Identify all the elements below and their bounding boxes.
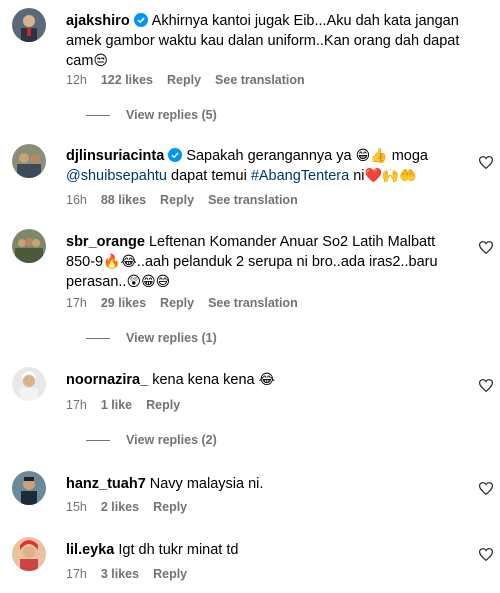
comment-meta: 16h 88 likes Reply See translation — [66, 193, 312, 207]
comment-meta: 17h 3 likes Reply — [66, 567, 201, 581]
hashtag-link[interactable]: #AbangTentera — [251, 168, 349, 184]
reply-button[interactable]: Reply — [167, 73, 201, 87]
username[interactable]: lil.eyka — [66, 542, 114, 558]
comment-text: noornazira_ kena kena kena 😂 — [66, 370, 461, 390]
heart-icon[interactable] — [479, 241, 493, 254]
likes-count[interactable]: 122 likes — [101, 73, 153, 87]
emoji: 😒 — [93, 53, 109, 69]
mention-link[interactable]: @shuibsepahtu — [66, 168, 167, 184]
verified-badge-icon — [133, 13, 148, 27]
timestamp[interactable]: 17h — [66, 567, 87, 581]
comment-meta: 17h 1 like Reply — [66, 398, 194, 412]
heart-icon[interactable] — [479, 548, 493, 561]
heart-icon[interactable] — [479, 156, 493, 169]
avatar[interactable] — [12, 144, 46, 178]
view-replies-button[interactable]: View replies (1) — [86, 331, 217, 345]
emoji: 😲😁😅 — [126, 274, 171, 290]
avatar[interactable] — [12, 8, 46, 42]
username[interactable]: hanz_tuah7 — [66, 476, 146, 492]
comment-body-cont: moga — [391, 148, 428, 164]
likes-count[interactable]: 3 likes — [101, 567, 139, 581]
comment-body: Igt dh tukr minat td — [118, 542, 239, 558]
reply-button[interactable]: Reply — [160, 193, 194, 207]
emoji: 😁👍 — [355, 148, 388, 164]
comment-text: sbr_orange Leftenan Komander Anuar So2 La… — [66, 232, 461, 292]
likes-count[interactable]: 1 like — [101, 398, 132, 412]
comment-text: hanz_tuah7 Navy malaysia ni. — [66, 474, 461, 494]
username[interactable]: djlinsuriacinta — [66, 148, 164, 164]
view-replies-button[interactable]: View replies (5) — [86, 108, 217, 122]
likes-count[interactable]: 29 likes — [101, 296, 146, 310]
timestamp[interactable]: 15h — [66, 500, 87, 514]
username[interactable]: sbr_orange — [66, 234, 145, 250]
divider-line — [86, 338, 110, 340]
heart-icon[interactable] — [479, 379, 493, 392]
view-replies-label: View replies (1) — [126, 331, 217, 345]
comment-body: kena kena kena — [152, 372, 255, 388]
comment-meta: 15h 2 likes Reply — [66, 500, 201, 514]
reply-button[interactable]: Reply — [153, 567, 187, 581]
reply-button[interactable]: Reply — [146, 398, 180, 412]
comment-body-cont: dapat temui — [166, 168, 251, 184]
view-replies-label: View replies (2) — [126, 433, 217, 447]
comment-meta: 12h 122 likes Reply See translation — [66, 73, 319, 87]
timestamp[interactable]: 17h — [66, 296, 87, 310]
see-translation-link[interactable]: See translation — [208, 296, 298, 310]
timestamp[interactable]: 16h — [66, 193, 87, 207]
timestamp[interactable]: 17h — [66, 398, 87, 412]
comment-body-cont: ni — [349, 168, 365, 184]
reply-button[interactable]: Reply — [160, 296, 194, 310]
avatar[interactable] — [12, 367, 46, 401]
emoji: 😂 — [258, 372, 275, 388]
heart-icon[interactable] — [479, 482, 493, 495]
username[interactable]: noornazira_ — [66, 372, 148, 388]
avatar[interactable] — [12, 471, 46, 505]
comment-body: Sapakah gerangannya ya — [186, 148, 352, 164]
avatar[interactable] — [12, 537, 46, 571]
divider-line — [86, 440, 110, 442]
comment-text: djlinsuriacinta Sapakah gerangannya ya 😁👍… — [66, 146, 461, 186]
comment-text: lil.eyka Igt dh tukr minat td — [66, 540, 461, 560]
see-translation-link[interactable]: See translation — [215, 73, 305, 87]
likes-count[interactable]: 88 likes — [101, 193, 146, 207]
view-replies-label: View replies (5) — [126, 108, 217, 122]
comment-text: ajakshiro Akhirnya kantoi jugak Eib...Aku… — [66, 11, 461, 71]
reply-button[interactable]: Reply — [153, 500, 187, 514]
comment-body: Navy malaysia ni. — [149, 476, 264, 492]
comment-meta: 17h 29 likes Reply See translation — [66, 296, 312, 310]
avatar[interactable] — [12, 229, 46, 263]
verified-badge-icon — [168, 148, 183, 162]
emoji: 🔥😂 — [103, 254, 137, 270]
username[interactable]: ajakshiro — [66, 13, 130, 29]
timestamp[interactable]: 12h — [66, 73, 87, 87]
likes-count[interactable]: 2 likes — [101, 500, 139, 514]
emoji: ❤️🙌🤲 — [364, 168, 417, 184]
see-translation-link[interactable]: See translation — [208, 193, 298, 207]
view-replies-button[interactable]: View replies (2) — [86, 433, 217, 447]
divider-line — [86, 115, 110, 117]
